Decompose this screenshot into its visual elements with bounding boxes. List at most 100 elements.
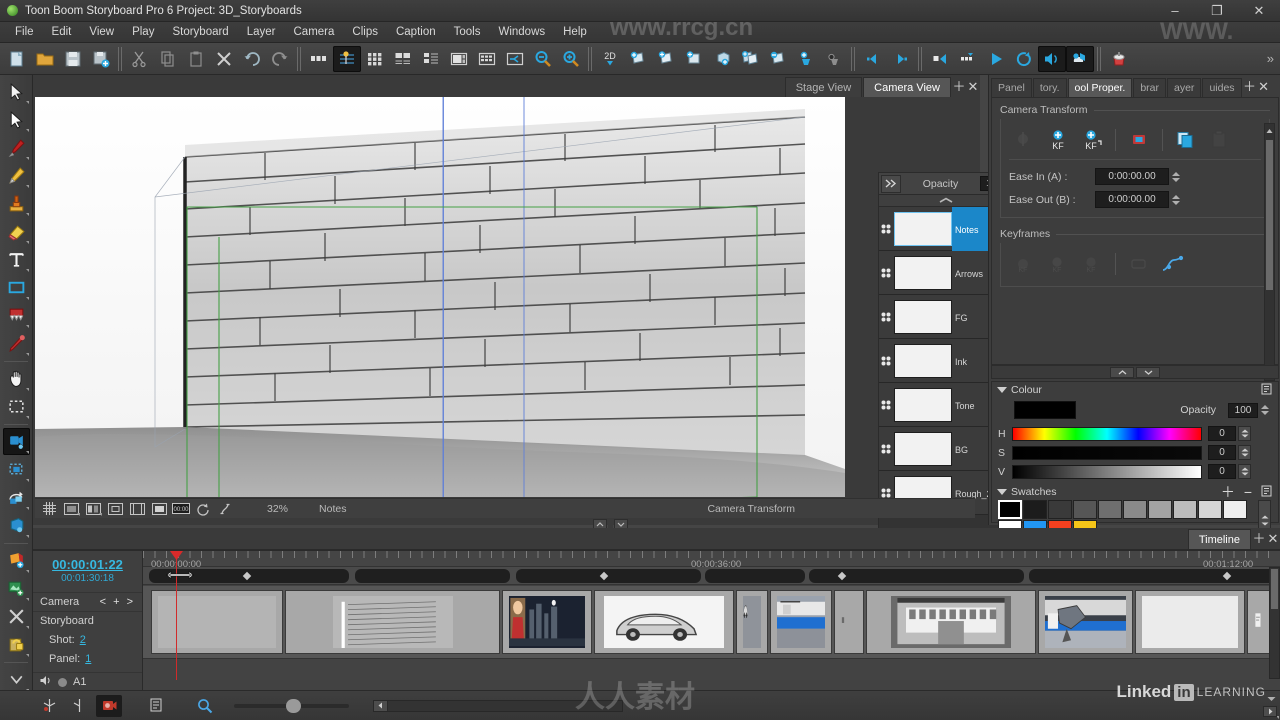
step-backward-icon[interactable]: [954, 46, 982, 72]
paste-icon[interactable]: [182, 46, 210, 72]
toolbar-overflow-button[interactable]: »: [1267, 51, 1277, 66]
add-bitmap-layer-icon[interactable]: [680, 46, 708, 72]
marquee-tool[interactable]: [3, 393, 30, 420]
tab-ayer[interactable]: ayer: [1167, 78, 1202, 97]
tab-brar[interactable]: brar: [1133, 78, 1166, 97]
timeline-zoom-knob[interactable]: [286, 698, 301, 713]
delete-icon[interactable]: [3, 603, 30, 630]
swatches-header[interactable]: Swatches ＋ −: [992, 484, 1278, 500]
panel-thumbnail[interactable]: [770, 590, 832, 654]
track-header-storyboard[interactable]: Storyboard: [33, 611, 142, 630]
camera-mask-icon[interactable]: [127, 500, 147, 517]
dropper-tool[interactable]: [3, 330, 30, 357]
add-swatch-button[interactable]: ＋: [1221, 482, 1235, 502]
hue-stepper[interactable]: [1238, 426, 1251, 441]
scroll-up-icon[interactable]: [1266, 125, 1273, 134]
new-project-icon[interactable]: [3, 46, 31, 72]
onion-skin-icon[interactable]: [83, 500, 103, 517]
horizontal-workspace-icon[interactable]: [389, 46, 417, 72]
add-vector-layer-icon[interactable]: [652, 46, 680, 72]
minimize-button[interactable]: –: [1154, 0, 1196, 22]
layer-visibility-icon[interactable]: [879, 427, 893, 471]
timeline-close-tab-button[interactable]: ✕: [1266, 529, 1280, 549]
timeline-hscrollbar[interactable]: [373, 699, 623, 712]
duplicate-layer-icon[interactable]: [736, 46, 764, 72]
ease-in-value[interactable]: 0:00:00.00: [1095, 168, 1169, 185]
panel-strip[interactable]: [143, 586, 1280, 658]
select-tool[interactable]: [3, 106, 30, 133]
close-button[interactable]: ✕: [1238, 0, 1280, 22]
keyframe-link-icon[interactable]: [1124, 251, 1154, 277]
panel-thumbnail[interactable]: [502, 590, 592, 654]
panel-thumbnail[interactable]: [594, 590, 734, 654]
camera-tool-icon[interactable]: [96, 694, 122, 717]
colour-swatch[interactable]: [1223, 500, 1247, 519]
audio-mute-dot[interactable]: [58, 677, 67, 687]
toolbar-grip[interactable]: [918, 46, 923, 71]
value-stepper[interactable]: [1238, 464, 1251, 479]
tab-tory[interactable]: tory.: [1032, 78, 1067, 97]
reposition-tool[interactable]: [3, 456, 30, 483]
camera-transform-tool[interactable]: [2, 428, 30, 455]
brush-tool[interactable]: [3, 134, 30, 161]
menu-clips[interactable]: Clips: [343, 22, 387, 43]
menu-play[interactable]: Play: [123, 22, 163, 43]
reset-view-icon[interactable]: [215, 500, 235, 517]
sound-icon[interactable]: [1038, 45, 1066, 72]
colour-swatch[interactable]: [998, 500, 1022, 519]
hand-tool[interactable]: [3, 365, 30, 392]
panel-thumbnail[interactable]: [151, 590, 283, 654]
keyframe-first-icon[interactable]: KF: [1009, 251, 1039, 277]
value-value[interactable]: 0: [1208, 464, 1236, 479]
track-header-audio[interactable]: A1: [33, 672, 142, 691]
tool-properties-scrollbar[interactable]: [1264, 123, 1275, 381]
layer-visibility-icon[interactable]: [879, 339, 893, 383]
copy-camera-icon[interactable]: [1171, 127, 1201, 153]
panel-thumbnail[interactable]: [834, 590, 864, 654]
rotate-view-icon[interactable]: [193, 500, 213, 517]
next-panel-icon[interactable]: [887, 46, 915, 72]
paint-bucket-icon[interactable]: [1105, 46, 1133, 72]
paste-camera-icon[interactable]: [1205, 127, 1235, 153]
colour-swatch[interactable]: [1048, 500, 1072, 519]
loop-icon[interactable]: [1010, 46, 1038, 72]
timecode-icon[interactable]: 00:00: [171, 500, 191, 517]
colour-menu-icon[interactable]: [1261, 383, 1273, 398]
add-keyframe-next-icon[interactable]: KF: [1077, 127, 1107, 153]
swatch-menu-icon[interactable]: [1261, 485, 1273, 500]
add-keyframe-icon[interactable]: KF: [1043, 127, 1073, 153]
toolbar-grip[interactable]: [118, 46, 123, 71]
close-view-button[interactable]: ✕: [966, 77, 980, 97]
timeline-zoom-slider[interactable]: [234, 698, 349, 713]
save-icon[interactable]: [59, 46, 87, 72]
remove-keyframe-icon[interactable]: [66, 695, 92, 717]
splitter-up-button[interactable]: [1110, 366, 1134, 378]
layer-visibility-icon[interactable]: [879, 251, 893, 295]
speaker-icon[interactable]: [40, 675, 53, 689]
toggle-2d-3d-icon[interactable]: 2D: [596, 46, 624, 72]
table-workspace-icon[interactable]: [473, 46, 501, 72]
track-header-camera[interactable]: Camera < + >: [33, 592, 142, 611]
colour-swatch[interactable]: [1098, 500, 1122, 519]
menu-caption[interactable]: Caption: [387, 22, 445, 43]
panel-workspace-icon[interactable]: [445, 46, 473, 72]
hscroll-left-icon[interactable]: [374, 700, 388, 711]
track-header-panel[interactable]: Panel: 1: [33, 649, 142, 668]
camera-clip[interactable]: [355, 569, 510, 583]
track-header-shot[interactable]: Shot: 2: [33, 630, 142, 649]
timeline-tracks[interactable]: 00:00:00:0000:00:36:0000:01:12:00: [143, 551, 1280, 691]
timeline-add-tab-button[interactable]: ＋: [1252, 529, 1266, 549]
menu-windows[interactable]: Windows: [489, 22, 554, 43]
menu-layer[interactable]: Layer: [238, 22, 285, 43]
keyframe-add-icon[interactable]: KF: [1043, 251, 1073, 277]
colour-swatch[interactable]: [1023, 500, 1047, 519]
eraser-tool[interactable]: [3, 218, 30, 245]
open-project-icon[interactable]: [31, 46, 59, 72]
saturation-slider[interactable]: [1012, 445, 1202, 460]
panel-thumbnail[interactable]: [1038, 590, 1133, 654]
timeline-menu-icon[interactable]: [144, 695, 1279, 719]
toolbar-grip[interactable]: [297, 46, 302, 71]
timeline-vscrollbar[interactable]: [1269, 567, 1280, 679]
add-view-button[interactable]: ＋: [952, 77, 966, 97]
rotate-tool[interactable]: [3, 484, 30, 511]
